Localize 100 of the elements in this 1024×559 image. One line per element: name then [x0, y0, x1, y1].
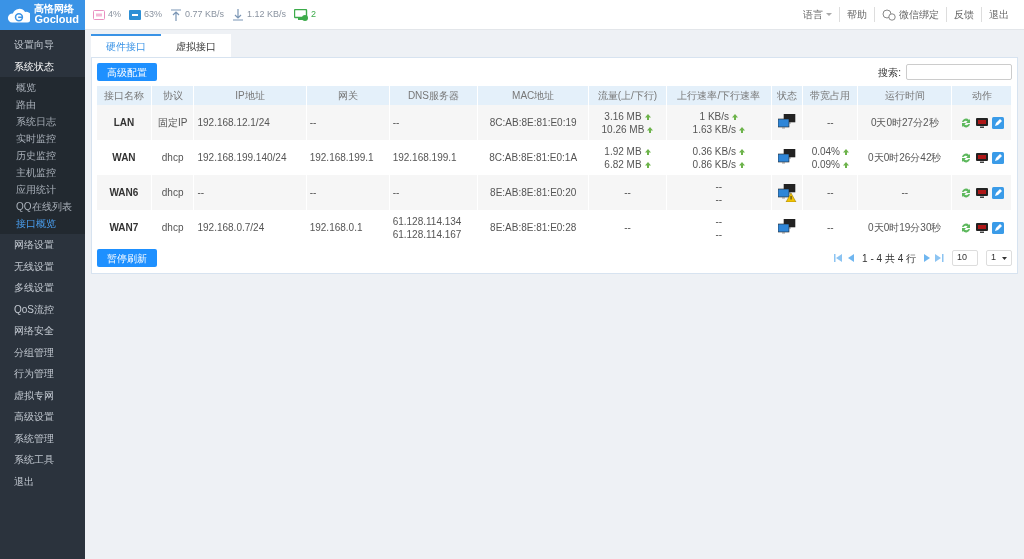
page-size-select[interactable]: 10 [952, 250, 978, 266]
sidebar-subitem[interactable]: 接口概览 [0, 215, 85, 232]
interface-name: LAN [113, 117, 135, 128]
sidebar-item[interactable]: 网络设置 [0, 234, 85, 256]
cell-text: 0.36 KB/s [692, 145, 736, 157]
interface-name: WAN6 [109, 187, 139, 198]
cell-text: -- [197, 187, 205, 198]
cell-text: -- [715, 180, 723, 192]
cell-text: -- [624, 222, 631, 233]
cell-text: 0天0时26分42秒 [868, 152, 942, 163]
sidebar-item[interactable]: 系统工具 [0, 449, 85, 471]
top-link[interactable]: 反馈 [946, 7, 981, 22]
cell-text: 61.128.114.134 [392, 215, 462, 227]
monitor-icon[interactable] [975, 151, 988, 164]
sidebar-item[interactable]: 系统管理 [0, 427, 85, 449]
caret-icon [826, 13, 832, 16]
sidebar-subitem[interactable]: 路由 [0, 96, 85, 113]
column-header: MAC地址 [477, 86, 589, 105]
cell-text: 固定IP [157, 117, 188, 128]
column-header: 网关 [306, 86, 390, 105]
monitor-icon [294, 8, 309, 21]
cell-text: 192.168.12.1/24 [197, 117, 270, 128]
cell-text: -- [827, 117, 834, 128]
cell-text: 8E:AB:8E:81:E0:28 [490, 222, 577, 233]
cell-text: 0天0时27分2秒 [870, 117, 939, 128]
column-header: 动作 [951, 86, 1012, 105]
brand-name: 高恪网络 [34, 3, 76, 15]
monitor-icon[interactable] [975, 221, 988, 234]
interface-name: WAN [112, 152, 136, 163]
sidebar-item[interactable]: 退出 [0, 470, 85, 492]
last-page-icon[interactable] [935, 253, 944, 263]
top-link[interactable]: 帮助 [839, 7, 874, 22]
sidebar-subitem[interactable]: 应用统计 [0, 181, 85, 198]
stat-value: 1.12 KB/s [247, 7, 287, 21]
cell-text: 0.09% [811, 158, 840, 170]
stat-value: 2 [311, 7, 317, 21]
cell-text: 192.168.199.1 [309, 152, 374, 163]
column-header: 流量(上/下行) [588, 86, 667, 105]
interface-name: WAN7 [109, 222, 139, 233]
column-header: 运行时间 [857, 86, 952, 105]
cell-text: 1 KB/s [699, 110, 730, 122]
sidebar-subitem[interactable]: 主机监控 [0, 164, 85, 181]
monitor-icon[interactable] [975, 116, 988, 129]
stat-value: 4% [108, 7, 121, 21]
cell-text: 0.86 KB/s [692, 158, 736, 170]
stat-value: 0.77 KB/s [185, 7, 225, 21]
cell-text: 1.92 MB [604, 145, 642, 157]
cell-text: 8C:AB:8E:81:E0:1A [489, 152, 578, 163]
top-link[interactable]: 退出 [981, 7, 1016, 22]
download-icon [232, 8, 245, 21]
page-select[interactable]: 1 [986, 250, 1012, 266]
column-header: 上行速率/下行速率 [666, 86, 772, 105]
sidebar-subitem[interactable]: 实时监控 [0, 130, 85, 147]
pagination-info: 1 - 4 共 4 行 [862, 251, 916, 266]
cell-text: 6.82 MB [604, 158, 642, 170]
chat-icon [882, 8, 896, 21]
caret-icon [1002, 256, 1007, 260]
search-label: 搜索: [878, 65, 901, 80]
search-field[interactable] [906, 64, 1012, 80]
next-page-icon[interactable] [923, 253, 931, 263]
cell-text: 0天0时19分30秒 [868, 222, 942, 233]
cell-text: 61.128.114.167 [392, 228, 462, 240]
tab[interactable]: 虚拟接口 [161, 34, 231, 57]
cell-text: -- [715, 215, 723, 227]
cell-text: 3.16 MB [604, 110, 642, 122]
sidebar-item[interactable]: QoS流控 [0, 298, 85, 320]
sidebar-subitem[interactable]: 系统日志 [0, 113, 85, 130]
cell-text: dhcp [161, 222, 184, 233]
sidebar-subitem[interactable]: 概览 [0, 79, 85, 96]
cell-text: -- [392, 117, 400, 128]
sidebar-item[interactable]: 行为管理 [0, 363, 85, 385]
top-link[interactable]: 微信绑定 [874, 7, 946, 22]
cpu-icon [93, 9, 105, 20]
cell-text: -- [309, 187, 317, 198]
cell-text: -- [901, 187, 909, 198]
sidebar-item[interactable]: 虚拟专网 [0, 384, 85, 406]
monitor-icon[interactable] [975, 186, 988, 199]
top-link[interactable]: 语言 [796, 7, 839, 22]
sidebar-item[interactable]: 高级设置 [0, 406, 85, 428]
sidebar-subitem[interactable]: QQ在线列表 [0, 198, 85, 215]
sidebar-item[interactable]: 多线设置 [0, 277, 85, 299]
sidebar-item[interactable]: 网络安全 [0, 320, 85, 342]
cell-text: -- [715, 228, 723, 240]
sidebar-item[interactable]: 设置向导 [0, 34, 85, 56]
upload-icon [170, 8, 183, 21]
cell-text: 192.168.199.140/24 [197, 152, 287, 163]
cell-text: dhcp [161, 152, 184, 163]
sidebar-item[interactable]: 无线设置 [0, 255, 85, 277]
cell-text: -- [309, 117, 317, 128]
sidebar-item[interactable]: 分组管理 [0, 341, 85, 363]
brand-subtitle: Gocloud [34, 14, 79, 26]
sidebar-item[interactable]: 系统状态 [0, 55, 85, 77]
cell-text: 192.168.0.7/24 [197, 222, 265, 233]
cell-text: 1.63 KB/s [692, 123, 736, 135]
cell-text: 8E:AB:8E:81:E0:20 [490, 187, 577, 198]
sidebar-subitem[interactable]: 历史监控 [0, 147, 85, 164]
cell-text: 8C:AB:8E:81:E0:19 [489, 117, 577, 128]
cell-text: -- [715, 193, 723, 205]
previous-page-icon[interactable] [847, 253, 856, 263]
first-page-icon[interactable] [834, 253, 844, 263]
